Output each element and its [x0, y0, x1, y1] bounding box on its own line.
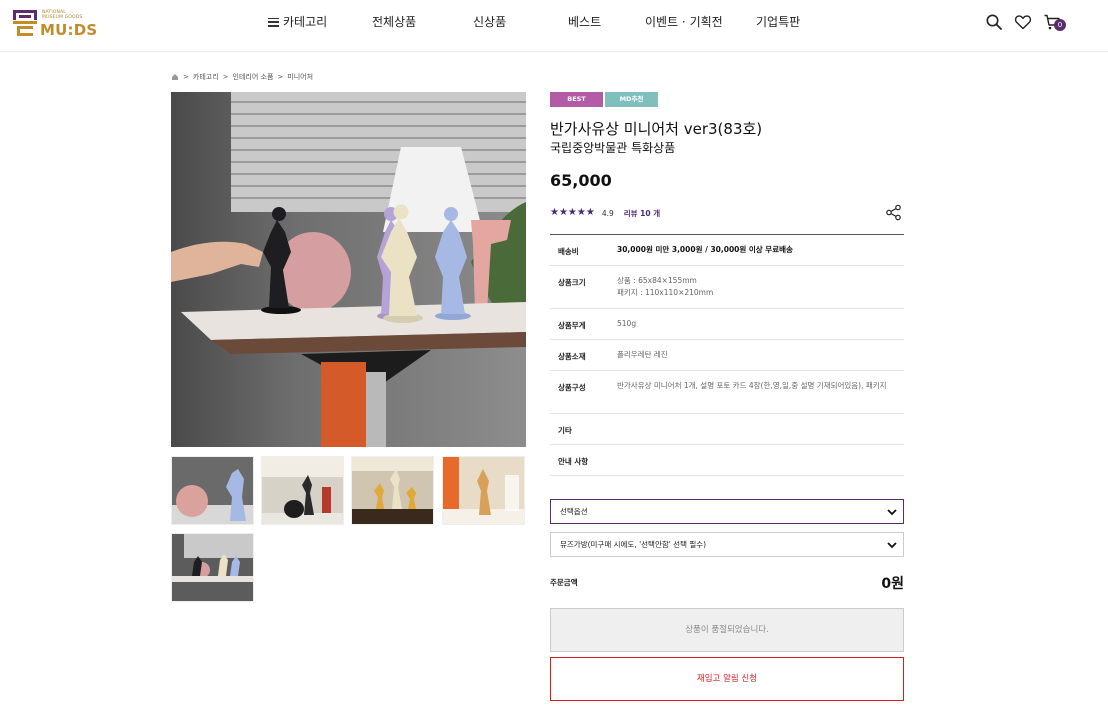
site-header: NATIONAL MUSEUM GOODS MU:DS 카테고리 전체상품 신상…	[0, 0, 1108, 52]
chevron-down-icon	[887, 542, 897, 549]
menu-icon	[268, 17, 279, 27]
product-subtitle: 국립중앙박물관 특화상품	[550, 141, 676, 155]
info-value: 30,000원 미만 3,000원 / 30,000원 이상 무료배송	[617, 245, 793, 254]
breadcrumb-separator: >	[277, 73, 284, 81]
product-thumbnail[interactable]	[261, 456, 344, 525]
cart-count-badge: 0	[1054, 19, 1066, 31]
info-row-shipping: 배송비 30,000원 미만 3,000원 / 30,000원 이상 무료배송	[550, 235, 904, 266]
info-key: 상품무게	[558, 321, 586, 330]
info-value: 510g	[617, 319, 637, 328]
thumbnail-photo	[262, 457, 343, 524]
order-total-label: 주문금액	[550, 578, 578, 587]
thumbnail-photo	[172, 534, 253, 601]
restock-alert-button[interactable]: 재입고 알림 신청	[550, 657, 904, 701]
breadcrumb-item-category[interactable]: 카테고리	[193, 72, 219, 82]
product-title: 반가사유상 미니어처 ver3(83호)	[550, 120, 763, 138]
info-key: 상품소재	[558, 352, 586, 361]
nav-events[interactable]: 이벤트 · 기획전	[645, 14, 723, 30]
nav-best[interactable]: 베스트	[568, 14, 601, 30]
rating-summary: ★★★★★ 4.9 리뷰 10 개	[550, 207, 660, 219]
info-row-weight: 상품무게 510g	[550, 309, 904, 340]
share-icon[interactable]	[885, 204, 902, 221]
info-value-package: 패키지 : 110x110×210mm	[617, 288, 714, 297]
product-photo	[171, 92, 526, 447]
info-key: 배송비	[558, 247, 579, 256]
breadcrumb-separator: >	[222, 73, 229, 81]
logo-word: MU:DS	[40, 21, 98, 39]
info-key: 상품구성	[558, 383, 586, 392]
info-key: 기타	[558, 426, 572, 435]
bag-option-select[interactable]: 뮤즈가방(미구매 시에도, '선택안함' 선택 필수)	[550, 532, 904, 557]
rating-score: 4.9	[601, 208, 614, 218]
home-icon[interactable]	[171, 73, 179, 81]
info-key: 안내 사항	[558, 457, 589, 466]
star-rating-icon: ★★★★★	[550, 207, 595, 218]
thumbnail-photo	[443, 457, 524, 524]
md-pick-badge: MD추천	[605, 92, 658, 107]
product-info-table: 배송비 30,000원 미만 3,000원 / 30,000원 이상 무료배송 …	[550, 234, 904, 476]
info-value: 반가사유상 미니어처 1개, 설명 포토 카드 4장(한,영,일,중 설명 기재…	[617, 381, 887, 390]
thumbnail-photo	[352, 457, 433, 524]
product-thumbnail[interactable]	[442, 456, 525, 525]
nav-all-products[interactable]: 전체상품	[372, 14, 416, 30]
product-price: 65,000	[550, 171, 612, 190]
info-row-composition: 상품구성 반가사유상 미니어처 1개, 설명 포토 카드 4장(한,영,일,중 …	[550, 371, 904, 414]
option-select[interactable]: 선택옵션	[550, 499, 904, 524]
best-badge: BEST	[550, 92, 603, 107]
breadcrumb: > 카테고리 > 인테리어 소품 > 미니어처	[171, 72, 313, 82]
review-count-link[interactable]: 리뷰 10 개	[624, 208, 660, 219]
info-value: 폴리우레탄 레진	[617, 350, 668, 359]
logo-mark-icon	[13, 10, 37, 36]
product-badges: BEST MD추천	[550, 92, 658, 107]
info-value: 상품 : 65x84×155mm	[617, 276, 697, 285]
product-thumbnail[interactable]	[171, 456, 254, 525]
info-key: 상품크기	[558, 278, 586, 287]
info-row-notice: 안내 사항	[550, 445, 904, 476]
logo-text-small: NATIONAL MUSEUM GOODS	[42, 10, 83, 20]
info-row-material: 상품소재 폴리우레탄 레진	[550, 340, 904, 371]
product-thumbnail[interactable]	[171, 533, 254, 602]
breadcrumb-separator: >	[183, 73, 189, 81]
bag-option-select-value: 뮤즈가방(미구매 시에도, '선택안함' 선택 필수)	[560, 540, 707, 549]
main-product-image[interactable]	[171, 92, 526, 447]
nav-corporate[interactable]: 기업특판	[756, 14, 800, 30]
info-row-size: 상품크기 상품 : 65x84×155mm 패키지 : 110x110×210m…	[550, 266, 904, 309]
soldout-button[interactable]: 상품이 품절되었습니다.	[550, 608, 904, 652]
logo[interactable]: NATIONAL MUSEUM GOODS MU:DS	[12, 9, 104, 39]
heart-icon[interactable]	[1014, 13, 1032, 31]
nav-category-label: 카테고리	[283, 15, 328, 29]
chevron-down-icon	[887, 509, 897, 516]
product-thumbnail[interactable]	[351, 456, 434, 525]
breadcrumb-item-interior[interactable]: 인테리어 소품	[233, 72, 274, 82]
order-total-value: 0원	[881, 576, 904, 592]
nav-category[interactable]: 카테고리	[268, 14, 327, 30]
info-row-etc: 기타	[550, 414, 904, 445]
thumbnail-photo	[172, 457, 253, 524]
search-icon[interactable]	[985, 13, 1003, 31]
nav-new-products[interactable]: 신상품	[473, 14, 506, 30]
breadcrumb-item-miniature[interactable]: 미니어처	[287, 72, 313, 82]
option-select-value: 선택옵션	[560, 507, 588, 516]
